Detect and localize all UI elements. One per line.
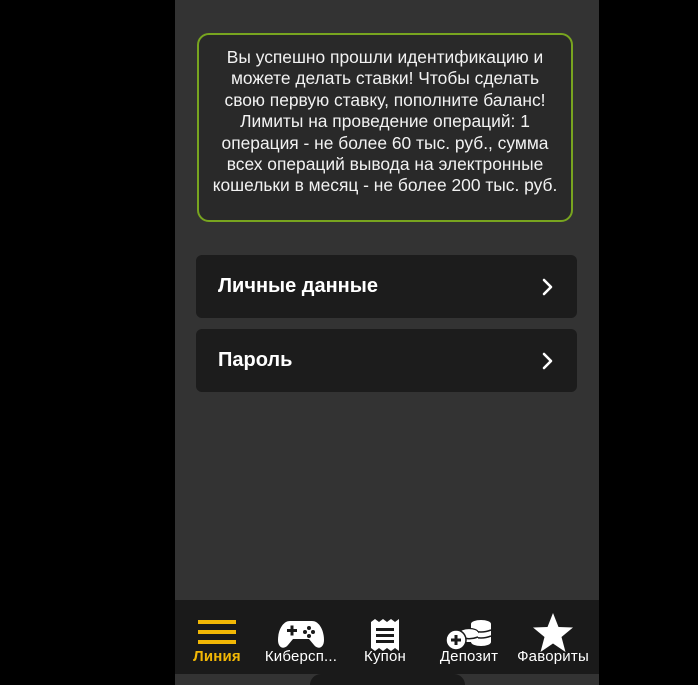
nav-tab-line[interactable]: Линия xyxy=(175,600,259,674)
deposit-coins-icon xyxy=(445,620,492,651)
chevron-right-icon xyxy=(542,352,553,369)
app-screen: Вы успешно прошли идентификацию и можете… xyxy=(175,0,599,685)
notice-text: Вы успешно прошли идентификацию и можете… xyxy=(212,47,558,196)
identification-notice: Вы успешно прошли идентификацию и можете… xyxy=(197,33,573,222)
nav-label: Фавориты xyxy=(517,648,589,665)
menu-lines-icon xyxy=(198,620,236,644)
nav-label: Депозит xyxy=(439,648,499,665)
coupon-icon xyxy=(371,619,399,651)
nav-tab-coupon[interactable]: Купон xyxy=(343,600,427,674)
bottom-navigation: Линия Киберсп... Купон Депозит Фавориты xyxy=(175,600,599,674)
password-label: Пароль xyxy=(218,349,293,371)
nav-tab-deposit[interactable]: Депозит xyxy=(427,600,511,674)
nav-tab-favorites[interactable]: Фавориты xyxy=(511,600,595,674)
gamepad-icon xyxy=(278,621,324,648)
nav-tab-esports[interactable]: Киберсп... xyxy=(259,600,343,674)
nav-label: Линия xyxy=(193,648,241,665)
nav-label: Купон xyxy=(364,648,406,665)
personal-data-item[interactable]: Личные данные xyxy=(196,255,577,318)
password-item[interactable]: Пароль xyxy=(196,329,577,392)
chevron-right-icon xyxy=(542,278,553,295)
nav-label: Киберсп... xyxy=(264,648,338,665)
system-home-bar xyxy=(310,674,465,685)
personal-data-label: Личные данные xyxy=(218,275,378,297)
